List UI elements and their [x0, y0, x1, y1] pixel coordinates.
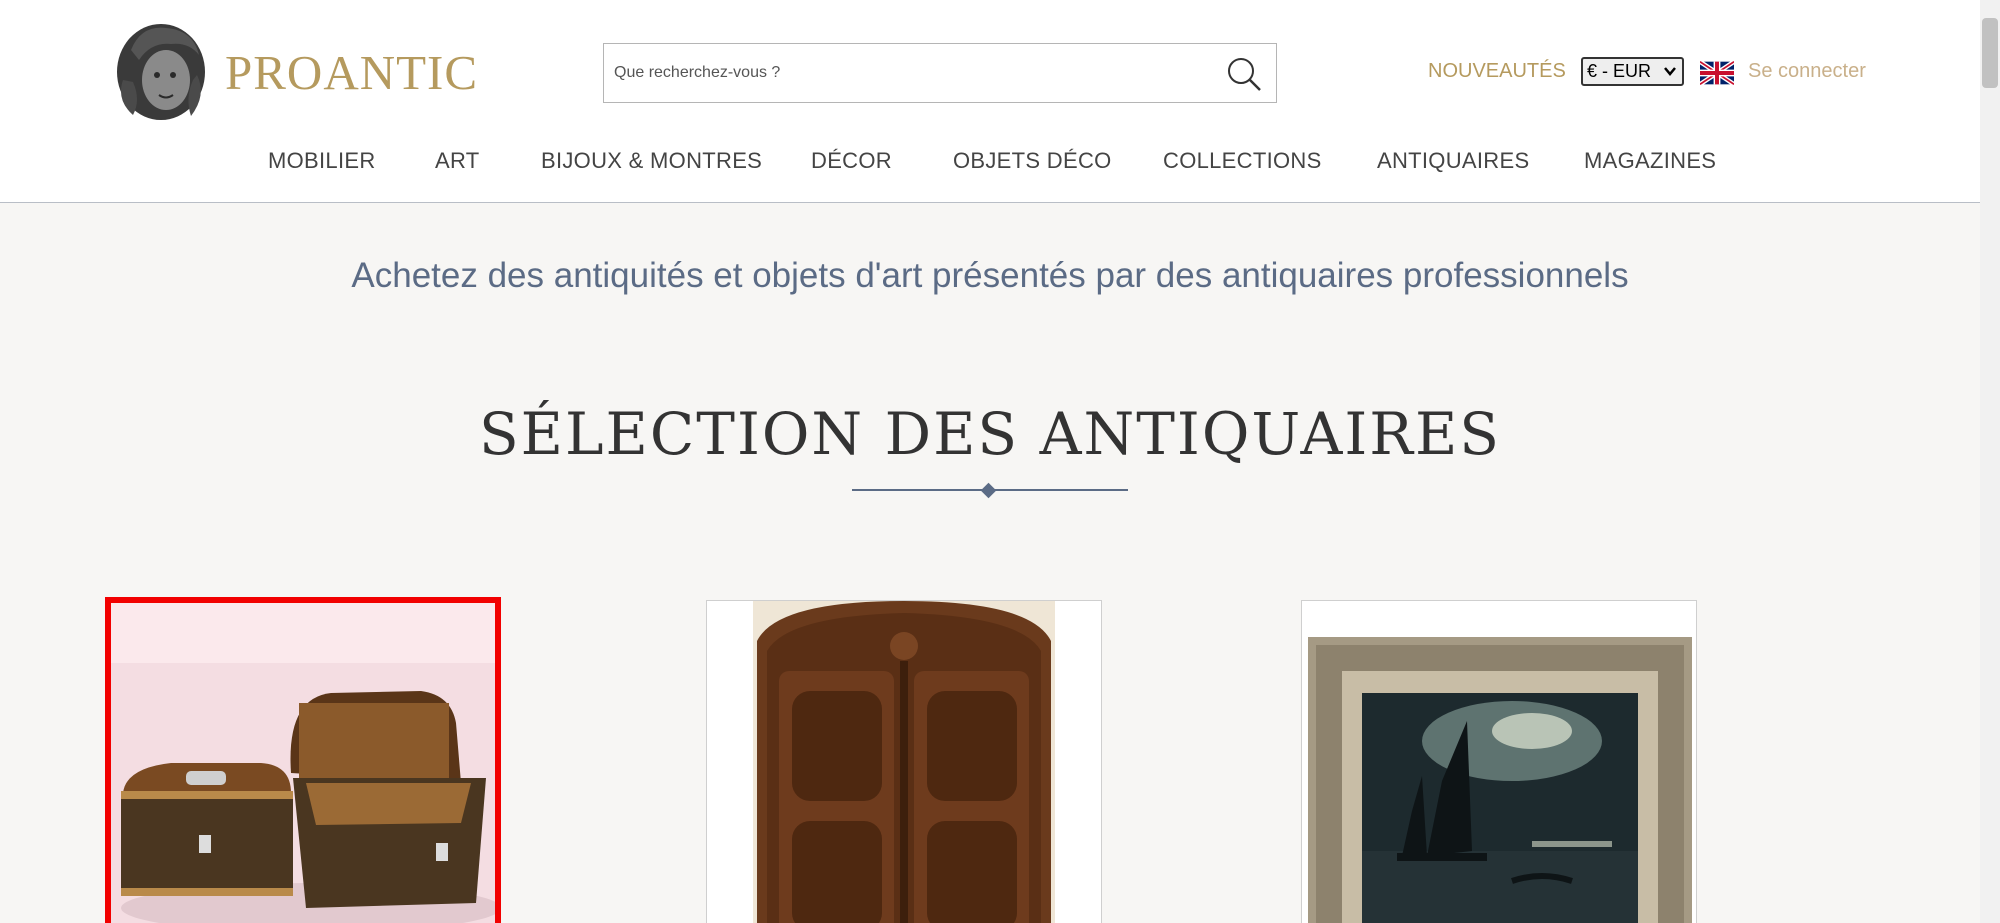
logo-text[interactable]: PROANTIC	[225, 44, 478, 101]
search-input[interactable]	[614, 54, 1194, 92]
product-card-armoire[interactable]	[706, 600, 1102, 923]
logo-head-icon[interactable]	[111, 20, 211, 124]
nav-item-mobilier[interactable]: MOBILIER	[268, 148, 376, 174]
section-title: SÉLECTION DES ANTIQUAIRES	[478, 400, 1502, 468]
scrollbar-thumb[interactable]	[1982, 18, 1998, 88]
search-icon[interactable]	[1224, 54, 1264, 94]
login-link[interactable]: Se connecter	[1748, 60, 1866, 83]
product-image-armoire	[707, 601, 1101, 923]
nav-item-decor[interactable]: DÉCOR	[811, 148, 892, 174]
currency-select[interactable]: € - EUR	[1581, 57, 1684, 86]
product-image-painting	[1302, 601, 1696, 923]
tagline: Achetez des antiquités et objets d'art p…	[351, 256, 1629, 295]
nav-item-collections[interactable]: COLLECTIONS	[1163, 148, 1322, 174]
uk-flag-icon[interactable]	[1700, 60, 1734, 86]
chevron-down-icon	[1664, 67, 1676, 76]
product-card-painting[interactable]	[1301, 600, 1697, 923]
title-divider-ornament	[980, 482, 997, 499]
nav-item-objets-deco[interactable]: OBJETS DÉCO	[953, 148, 1112, 174]
search-bar	[603, 43, 1277, 103]
page-scrollbar[interactable]	[1980, 0, 2000, 923]
nav-item-bijoux-montres[interactable]: BIJOUX & MONTRES	[541, 148, 762, 174]
currency-value: € - EUR	[1587, 61, 1652, 81]
site-header: PROANTIC NOUVEAUTÉS € - EUR Se connecter…	[0, 0, 1980, 203]
nav-item-magazines[interactable]: MAGAZINES	[1584, 148, 1716, 174]
nouveautes-link[interactable]: NOUVEAUTÉS	[1428, 60, 1566, 83]
nav-item-art[interactable]: ART	[435, 148, 480, 174]
product-card-boxes[interactable]	[105, 597, 501, 923]
product-image-boxes	[111, 603, 495, 923]
nav-item-antiquaires[interactable]: ANTIQUAIRES	[1377, 148, 1529, 174]
main-nav: MOBILIER ART BIJOUX & MONTRES DÉCOR OBJE…	[0, 148, 1980, 188]
